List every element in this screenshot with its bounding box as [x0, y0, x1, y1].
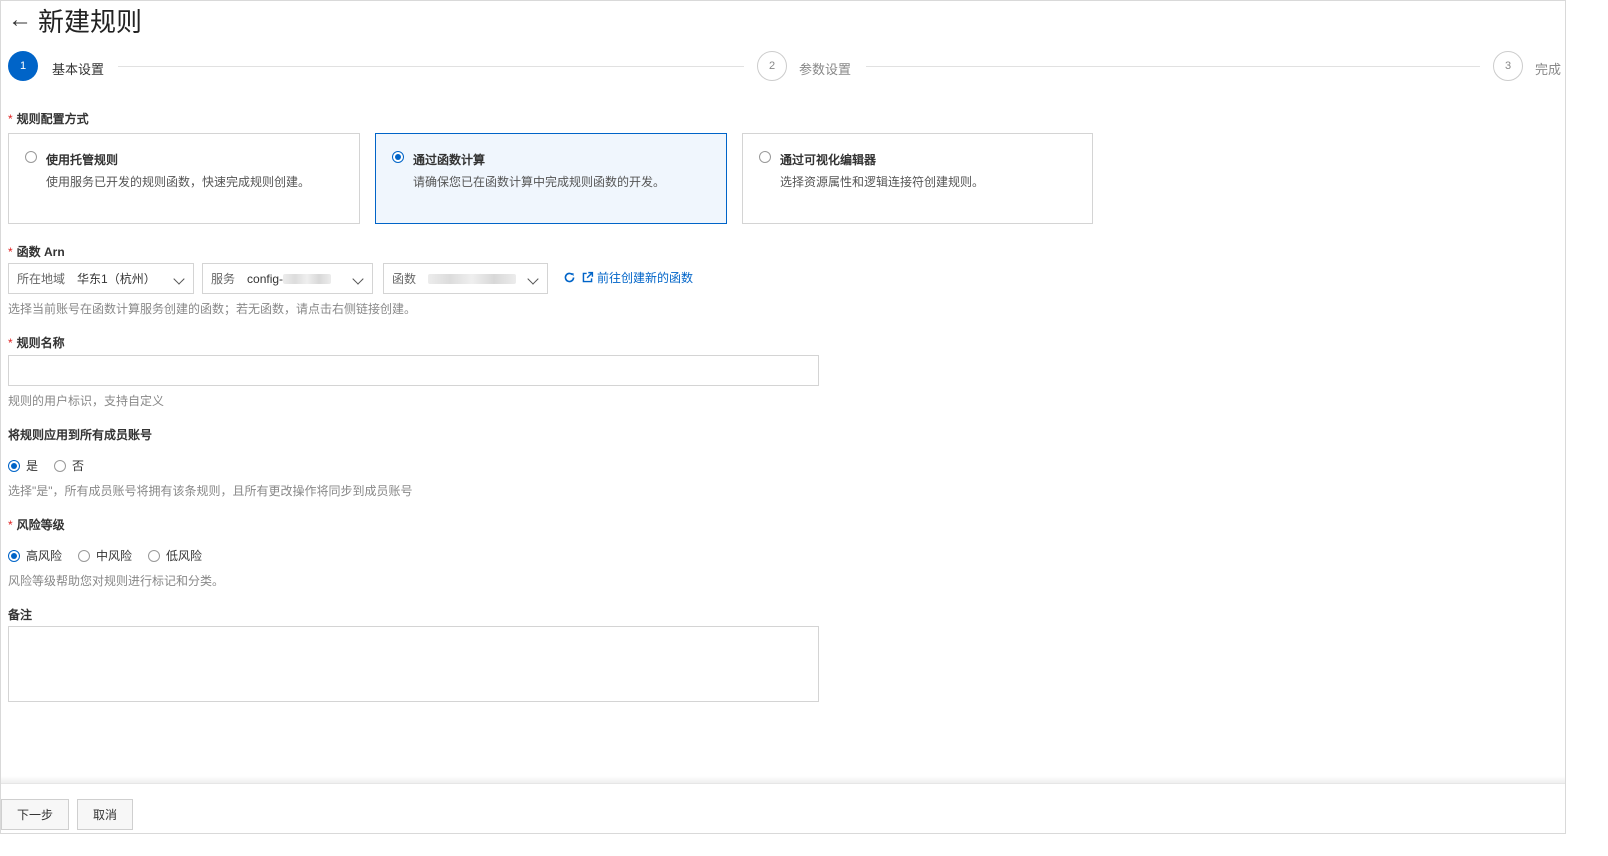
apply-all-no-option[interactable]: 否 [54, 457, 84, 474]
chevron-down-icon [352, 273, 364, 285]
redacted-text [283, 273, 332, 284]
option-title: 使用托管规则 [46, 153, 119, 167]
step-connector [118, 66, 744, 67]
risk-high-option[interactable]: 高风险 [8, 547, 62, 564]
function-arn-label: * 函数 Arn [8, 243, 65, 260]
page-title: 新建规则 [38, 6, 143, 37]
chevron-down-icon [527, 273, 539, 285]
radio-button[interactable] [78, 549, 91, 562]
step-3-circle: 3 [1493, 51, 1523, 81]
apply-all-radio-group: 是 否 [8, 457, 100, 474]
required-mark: * [8, 245, 13, 259]
step-3-label: 完成 [1535, 62, 1562, 77]
risk-low-option[interactable]: 低风险 [148, 547, 202, 564]
required-mark: * [8, 518, 13, 532]
step-1-circle: 1 [8, 51, 38, 81]
option-description: 请确保您已在函数计算中完成规则函数的开发。 [413, 175, 666, 189]
option-card-function-compute[interactable]: 通过函数计算 请确保您已在函数计算中完成规则函数的开发。 [375, 133, 727, 224]
create-function-link[interactable]: 前往创建新的函数 [563, 269, 693, 286]
rule-name-input[interactable] [8, 355, 819, 386]
radio-button[interactable] [148, 549, 161, 562]
page-header: ← 新建规则 [8, 2, 142, 38]
config-method-label: * 规则配置方式 [8, 110, 89, 127]
risk-level-label: * 风险等级 [8, 516, 65, 533]
step-1-label: 基本设置 [52, 62, 105, 77]
risk-level-label-text: 风险等级 [16, 518, 65, 532]
option-card-visual-editor[interactable]: 通过可视化编辑器 选择资源属性和逻辑连接符创建规则。 [742, 133, 1093, 224]
radio-button[interactable] [54, 459, 67, 472]
apply-all-label: 将规则应用到所有成员账号 [8, 428, 153, 442]
rule-name-label-text: 规则名称 [16, 336, 65, 350]
region-select-label: 所在地域 [17, 272, 66, 286]
back-arrow-icon[interactable]: ← [8, 8, 32, 32]
cancel-button[interactable]: 取消 [77, 799, 133, 830]
option-description: 使用服务已开发的规则函数，快速完成规则创建。 [46, 175, 311, 189]
radio-label: 中风险 [96, 549, 133, 563]
page-frame [0, 0, 1566, 834]
option-title: 通过函数计算 [413, 153, 486, 167]
config-method-label-text: 规则配置方式 [16, 112, 89, 126]
required-mark: * [8, 112, 13, 126]
radio-button[interactable] [8, 549, 20, 562]
apply-all-yes-option[interactable]: 是 [8, 457, 38, 474]
radio-label: 低风险 [166, 549, 203, 563]
service-select-value: config- [247, 271, 284, 286]
apply-all-help: 选择"是"，所有成员账号将拥有该条规则，且所有更改操作将同步到成员账号 [8, 484, 413, 498]
step-2-circle: 2 [757, 51, 787, 81]
option-title: 通过可视化编辑器 [780, 153, 877, 167]
function-arn-help: 选择当前账号在函数计算服务创建的函数；若无函数，请点击右侧链接创建。 [8, 302, 417, 316]
external-link-icon [582, 271, 594, 283]
radio-button[interactable] [392, 151, 404, 163]
remarks-textarea[interactable] [8, 626, 819, 702]
radio-button[interactable] [25, 151, 37, 163]
rule-name-help: 规则的用户标识，支持自定义 [8, 394, 165, 408]
radio-label: 高风险 [26, 549, 63, 563]
function-arn-label-text: 函数 Arn [16, 245, 65, 259]
risk-medium-option[interactable]: 中风险 [78, 547, 132, 564]
remarks-label: 备注 [8, 608, 33, 622]
risk-level-radio-group: 高风险 中风险 低风险 [8, 547, 218, 564]
radio-button[interactable] [8, 459, 20, 472]
region-select-value: 华东1（杭州） [77, 272, 156, 286]
region-select[interactable]: 所在地域 华东1（杭州） [8, 263, 194, 294]
refresh-icon[interactable] [563, 271, 576, 284]
step-2-label: 参数设置 [799, 62, 852, 77]
radio-label: 是 [26, 459, 39, 473]
chevron-down-icon [173, 273, 185, 285]
radio-label: 否 [72, 459, 85, 473]
function-select-label: 函数 [392, 272, 417, 286]
next-step-button[interactable]: 下一步 [1, 799, 69, 830]
service-select[interactable]: 服务 config- [202, 263, 373, 294]
redacted-text [428, 273, 517, 284]
step-connector [866, 66, 1480, 67]
function-select[interactable]: 函数 [383, 263, 548, 294]
option-description: 选择资源属性和逻辑连接符创建规则。 [780, 175, 985, 189]
service-select-label: 服务 [211, 272, 236, 286]
required-mark: * [8, 336, 13, 350]
footer-divider [1, 783, 1565, 784]
create-function-link-text[interactable]: 前往创建新的函数 [597, 269, 693, 286]
step-indicator: 1 基本设置 2 参数设置 3 完成 [8, 51, 1564, 83]
risk-level-help: 风险等级帮助您对规则进行标记和分类。 [8, 574, 225, 588]
rule-name-label: * 规则名称 [8, 334, 65, 351]
radio-button[interactable] [759, 151, 771, 163]
option-card-managed-rule[interactable]: 使用托管规则 使用服务已开发的规则函数，快速完成规则创建。 [8, 133, 360, 224]
